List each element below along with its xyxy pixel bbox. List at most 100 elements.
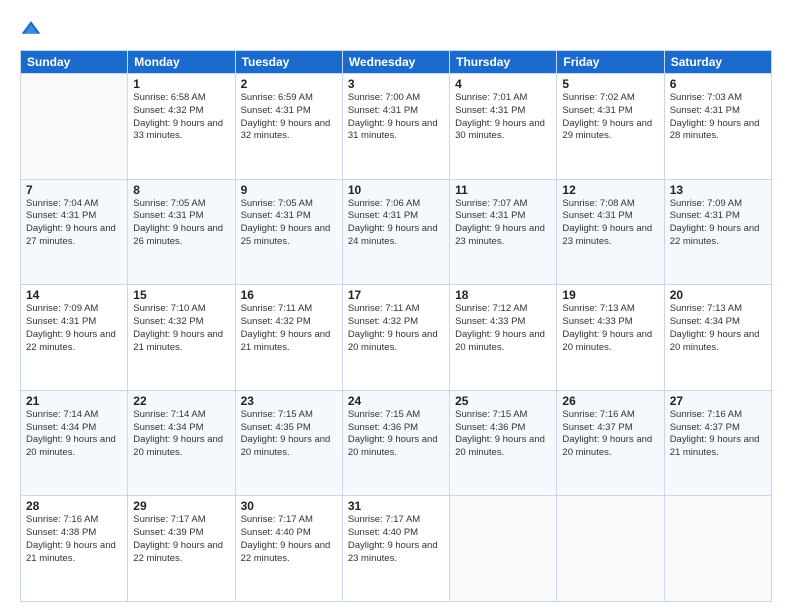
day-number: 6 [670,77,766,91]
day-number: 2 [241,77,337,91]
day-number: 10 [348,183,444,197]
day-number: 23 [241,394,337,408]
calendar-cell: 14Sunrise: 7:09 AM Sunset: 4:31 PM Dayli… [21,285,128,391]
calendar-week-row: 14Sunrise: 7:09 AM Sunset: 4:31 PM Dayli… [21,285,772,391]
day-number: 9 [241,183,337,197]
day-info: Sunrise: 7:09 AM Sunset: 4:31 PM Dayligh… [670,198,766,249]
weekday-header-sunday: Sunday [21,51,128,74]
calendar-cell: 6Sunrise: 7:03 AM Sunset: 4:31 PM Daylig… [664,74,771,180]
calendar-cell: 21Sunrise: 7:14 AM Sunset: 4:34 PM Dayli… [21,390,128,496]
day-number: 25 [455,394,551,408]
calendar-cell: 28Sunrise: 7:16 AM Sunset: 4:38 PM Dayli… [21,496,128,602]
logo [20,18,46,40]
day-number: 28 [26,499,122,513]
day-number: 4 [455,77,551,91]
day-info: Sunrise: 7:16 AM Sunset: 4:37 PM Dayligh… [670,409,766,460]
day-info: Sunrise: 7:10 AM Sunset: 4:32 PM Dayligh… [133,303,229,354]
calendar-cell [450,496,557,602]
day-info: Sunrise: 7:15 AM Sunset: 4:36 PM Dayligh… [455,409,551,460]
day-info: Sunrise: 7:12 AM Sunset: 4:33 PM Dayligh… [455,303,551,354]
day-number: 21 [26,394,122,408]
day-number: 27 [670,394,766,408]
day-info: Sunrise: 7:16 AM Sunset: 4:37 PM Dayligh… [562,409,658,460]
day-number: 20 [670,288,766,302]
calendar-cell: 16Sunrise: 7:11 AM Sunset: 4:32 PM Dayli… [235,285,342,391]
calendar-cell: 7Sunrise: 7:04 AM Sunset: 4:31 PM Daylig… [21,179,128,285]
calendar-cell: 23Sunrise: 7:15 AM Sunset: 4:35 PM Dayli… [235,390,342,496]
calendar-cell [664,496,771,602]
day-info: Sunrise: 7:05 AM Sunset: 4:31 PM Dayligh… [241,198,337,249]
day-info: Sunrise: 7:17 AM Sunset: 4:40 PM Dayligh… [241,514,337,565]
day-info: Sunrise: 6:58 AM Sunset: 4:32 PM Dayligh… [133,92,229,143]
calendar-cell: 15Sunrise: 7:10 AM Sunset: 4:32 PM Dayli… [128,285,235,391]
day-number: 19 [562,288,658,302]
day-info: Sunrise: 7:09 AM Sunset: 4:31 PM Dayligh… [26,303,122,354]
calendar-week-row: 21Sunrise: 7:14 AM Sunset: 4:34 PM Dayli… [21,390,772,496]
calendar-cell: 1Sunrise: 6:58 AM Sunset: 4:32 PM Daylig… [128,74,235,180]
calendar-cell: 29Sunrise: 7:17 AM Sunset: 4:39 PM Dayli… [128,496,235,602]
calendar-cell: 5Sunrise: 7:02 AM Sunset: 4:31 PM Daylig… [557,74,664,180]
day-info: Sunrise: 7:06 AM Sunset: 4:31 PM Dayligh… [348,198,444,249]
day-number: 11 [455,183,551,197]
weekday-header-row: SundayMondayTuesdayWednesdayThursdayFrid… [21,51,772,74]
calendar-table: SundayMondayTuesdayWednesdayThursdayFrid… [20,50,772,602]
calendar-cell [21,74,128,180]
day-number: 26 [562,394,658,408]
day-number: 16 [241,288,337,302]
day-number: 22 [133,394,229,408]
calendar-week-row: 1Sunrise: 6:58 AM Sunset: 4:32 PM Daylig… [21,74,772,180]
day-number: 8 [133,183,229,197]
calendar-cell: 31Sunrise: 7:17 AM Sunset: 4:40 PM Dayli… [342,496,449,602]
day-info: Sunrise: 7:14 AM Sunset: 4:34 PM Dayligh… [133,409,229,460]
day-info: Sunrise: 7:17 AM Sunset: 4:40 PM Dayligh… [348,514,444,565]
calendar-week-row: 7Sunrise: 7:04 AM Sunset: 4:31 PM Daylig… [21,179,772,285]
calendar-cell [557,496,664,602]
day-info: Sunrise: 7:00 AM Sunset: 4:31 PM Dayligh… [348,92,444,143]
calendar-cell: 9Sunrise: 7:05 AM Sunset: 4:31 PM Daylig… [235,179,342,285]
day-number: 5 [562,77,658,91]
calendar-cell: 20Sunrise: 7:13 AM Sunset: 4:34 PM Dayli… [664,285,771,391]
day-info: Sunrise: 7:14 AM Sunset: 4:34 PM Dayligh… [26,409,122,460]
logo-icon [20,18,42,40]
day-info: Sunrise: 7:04 AM Sunset: 4:31 PM Dayligh… [26,198,122,249]
calendar-cell: 25Sunrise: 7:15 AM Sunset: 4:36 PM Dayli… [450,390,557,496]
day-number: 17 [348,288,444,302]
day-number: 7 [26,183,122,197]
day-number: 14 [26,288,122,302]
calendar-week-row: 28Sunrise: 7:16 AM Sunset: 4:38 PM Dayli… [21,496,772,602]
calendar-cell: 27Sunrise: 7:16 AM Sunset: 4:37 PM Dayli… [664,390,771,496]
day-info: Sunrise: 7:08 AM Sunset: 4:31 PM Dayligh… [562,198,658,249]
day-number: 15 [133,288,229,302]
calendar-cell: 11Sunrise: 7:07 AM Sunset: 4:31 PM Dayli… [450,179,557,285]
calendar-cell: 26Sunrise: 7:16 AM Sunset: 4:37 PM Dayli… [557,390,664,496]
day-number: 24 [348,394,444,408]
day-info: Sunrise: 7:13 AM Sunset: 4:33 PM Dayligh… [562,303,658,354]
calendar-cell: 30Sunrise: 7:17 AM Sunset: 4:40 PM Dayli… [235,496,342,602]
weekday-header-thursday: Thursday [450,51,557,74]
page-header [20,18,772,40]
day-info: Sunrise: 7:15 AM Sunset: 4:36 PM Dayligh… [348,409,444,460]
day-number: 18 [455,288,551,302]
day-number: 31 [348,499,444,513]
day-info: Sunrise: 7:01 AM Sunset: 4:31 PM Dayligh… [455,92,551,143]
day-info: Sunrise: 7:16 AM Sunset: 4:38 PM Dayligh… [26,514,122,565]
day-number: 30 [241,499,337,513]
calendar-cell: 2Sunrise: 6:59 AM Sunset: 4:31 PM Daylig… [235,74,342,180]
day-info: Sunrise: 6:59 AM Sunset: 4:31 PM Dayligh… [241,92,337,143]
calendar-cell: 17Sunrise: 7:11 AM Sunset: 4:32 PM Dayli… [342,285,449,391]
weekday-header-wednesday: Wednesday [342,51,449,74]
day-number: 12 [562,183,658,197]
day-info: Sunrise: 7:15 AM Sunset: 4:35 PM Dayligh… [241,409,337,460]
calendar-cell: 22Sunrise: 7:14 AM Sunset: 4:34 PM Dayli… [128,390,235,496]
day-info: Sunrise: 7:05 AM Sunset: 4:31 PM Dayligh… [133,198,229,249]
day-number: 1 [133,77,229,91]
day-number: 13 [670,183,766,197]
weekday-header-monday: Monday [128,51,235,74]
calendar-cell: 24Sunrise: 7:15 AM Sunset: 4:36 PM Dayli… [342,390,449,496]
day-info: Sunrise: 7:17 AM Sunset: 4:39 PM Dayligh… [133,514,229,565]
weekday-header-tuesday: Tuesday [235,51,342,74]
calendar-cell: 10Sunrise: 7:06 AM Sunset: 4:31 PM Dayli… [342,179,449,285]
calendar-cell: 13Sunrise: 7:09 AM Sunset: 4:31 PM Dayli… [664,179,771,285]
weekday-header-saturday: Saturday [664,51,771,74]
calendar-cell: 4Sunrise: 7:01 AM Sunset: 4:31 PM Daylig… [450,74,557,180]
